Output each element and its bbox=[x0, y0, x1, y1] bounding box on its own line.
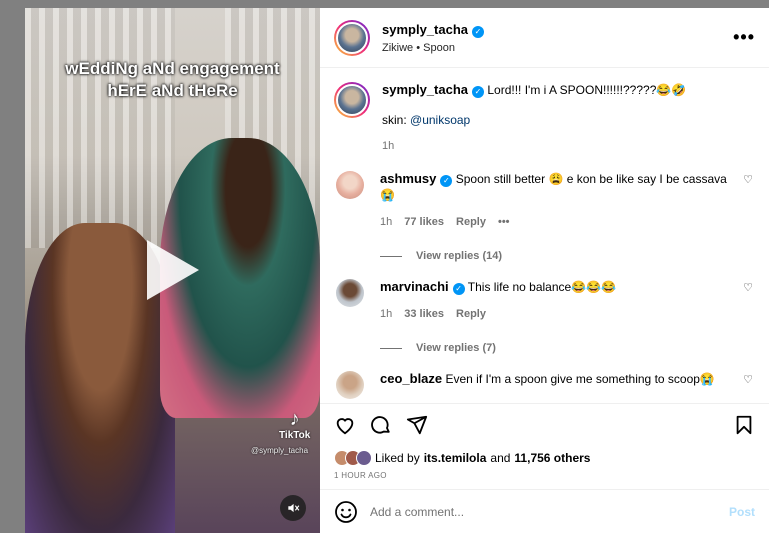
reply-button[interactable]: Reply bbox=[456, 306, 486, 322]
post-header: symply_tacha ✓ Zikiwe • Spoon ••• bbox=[320, 8, 769, 68]
tiktok-label: TikTok bbox=[279, 430, 311, 441]
likes-conj: and bbox=[490, 451, 511, 465]
tiktok-handle: @symply_tacha bbox=[251, 446, 309, 455]
avatar[interactable] bbox=[336, 171, 364, 199]
emoji-icon[interactable] bbox=[334, 500, 358, 524]
verified-icon: ✓ bbox=[472, 26, 484, 38]
video-overlay-caption: wEddiNg aNd engagement hErE aNd tHeRe bbox=[25, 58, 320, 102]
comments-section[interactable]: symply_tacha ✓ Lord!!! I'm i A SPOON!!!!!… bbox=[320, 68, 769, 403]
comment-likes[interactable]: 33 likes bbox=[404, 306, 444, 322]
post-modal: wEddiNg aNd engagement hErE aNd tHeRe ♪ … bbox=[25, 8, 769, 533]
comment-username[interactable]: ashmusy bbox=[380, 171, 436, 186]
view-replies-label: View replies (14) bbox=[416, 250, 503, 262]
comment-text: Even if I'm a spoon give me something to… bbox=[445, 372, 715, 386]
play-icon[interactable] bbox=[147, 240, 199, 300]
likes-summary: Liked by its.temilola and 11,756 others bbox=[320, 445, 769, 471]
verified-icon: ✓ bbox=[452, 283, 465, 295]
tiktok-watermark: ♪ TikTok bbox=[279, 408, 310, 441]
share-button[interactable] bbox=[404, 412, 430, 438]
post-timestamp: 1 HOUR AGO bbox=[334, 471, 387, 480]
replies-divider bbox=[380, 255, 402, 257]
view-replies-label: View replies (7) bbox=[416, 342, 496, 354]
view-replies-button[interactable]: View replies (7) bbox=[380, 342, 755, 354]
caption-text: Lord!!! I'm i A SPOON!!!!!!?????😂🤣 bbox=[487, 83, 687, 97]
caption-time: 1h bbox=[382, 140, 395, 152]
mute-button[interactable] bbox=[280, 495, 306, 521]
verified-icon: ✓ bbox=[440, 175, 453, 187]
reply-button[interactable]: Reply bbox=[456, 214, 486, 230]
post-comment-button[interactable]: Post bbox=[729, 505, 755, 519]
video-player[interactable]: wEddiNg aNd engagement hErE aNd tHeRe ♪ … bbox=[25, 8, 320, 533]
avatar[interactable] bbox=[336, 279, 364, 307]
bookmark-icon bbox=[736, 415, 752, 434]
action-bar bbox=[320, 403, 769, 445]
like-button[interactable] bbox=[332, 412, 358, 438]
likes-count-link[interactable]: 11,756 others bbox=[514, 451, 590, 465]
comment-username[interactable]: ceo_blaze bbox=[380, 371, 442, 386]
comment-button[interactable] bbox=[368, 412, 394, 438]
comment-like-icon[interactable]: ♡ bbox=[743, 373, 753, 386]
comment-text: This life no balance😂😂😂 bbox=[467, 280, 616, 294]
caption-username[interactable]: symply_tacha bbox=[382, 82, 468, 97]
comment-time: 1h bbox=[380, 216, 393, 228]
view-replies-button[interactable]: View replies (14) bbox=[380, 250, 755, 262]
post-sidebar: symply_tacha ✓ Zikiwe • Spoon ••• symply_… bbox=[320, 8, 769, 533]
tiktok-icon: ♪ bbox=[289, 408, 300, 430]
more-options-button[interactable]: ••• bbox=[733, 27, 755, 48]
save-button[interactable] bbox=[731, 412, 757, 438]
comment-like-icon[interactable]: ♡ bbox=[743, 281, 753, 294]
background-curtain bbox=[25, 8, 175, 248]
heart-icon bbox=[336, 417, 354, 434]
overlay-caption-line2: hErE aNd tHeRe bbox=[107, 81, 238, 100]
avatar[interactable] bbox=[336, 371, 364, 399]
comment-likes[interactable]: 77 likes bbox=[404, 214, 444, 230]
avatar[interactable] bbox=[334, 19, 370, 56]
comment-username[interactable]: marvinachi bbox=[380, 279, 449, 294]
comment-item: marvinachi ✓ This life no balance😂😂😂 1h 3… bbox=[334, 279, 755, 322]
likes-user-link[interactable]: its.temilola bbox=[424, 451, 487, 465]
comment-item: ceo_blaze Even if I'm a spoon give me so… bbox=[334, 371, 755, 399]
replies-divider bbox=[380, 347, 402, 349]
header-username[interactable]: symply_tacha bbox=[382, 22, 468, 37]
avatar bbox=[356, 450, 372, 466]
comment-time: 1h bbox=[380, 308, 393, 320]
comment-item: ashmusy ✓ Spoon still better 😩 e kon be l… bbox=[334, 171, 755, 230]
mention-link[interactable]: @uniksoap bbox=[410, 113, 470, 127]
overlay-caption-line1: wEddiNg aNd engagement bbox=[65, 59, 280, 78]
mute-icon bbox=[288, 503, 300, 513]
comment-icon bbox=[371, 415, 390, 434]
comment-more-button[interactable]: ••• bbox=[498, 214, 510, 230]
comment-input[interactable] bbox=[370, 504, 729, 519]
comment-composer: Post bbox=[320, 489, 769, 533]
verified-icon: ✓ bbox=[472, 86, 484, 98]
audio-location-line[interactable]: Zikiwe • Spoon bbox=[382, 42, 484, 54]
liker-avatars bbox=[334, 450, 372, 466]
caption-skin-prefix: skin: bbox=[382, 113, 411, 127]
comment-like-icon[interactable]: ♡ bbox=[743, 173, 753, 186]
likes-prefix: Liked by bbox=[375, 451, 420, 465]
share-icon bbox=[406, 415, 428, 434]
avatar[interactable] bbox=[334, 82, 370, 118]
post-caption: symply_tacha ✓ Lord!!! I'm i A SPOON!!!!!… bbox=[334, 82, 755, 154]
